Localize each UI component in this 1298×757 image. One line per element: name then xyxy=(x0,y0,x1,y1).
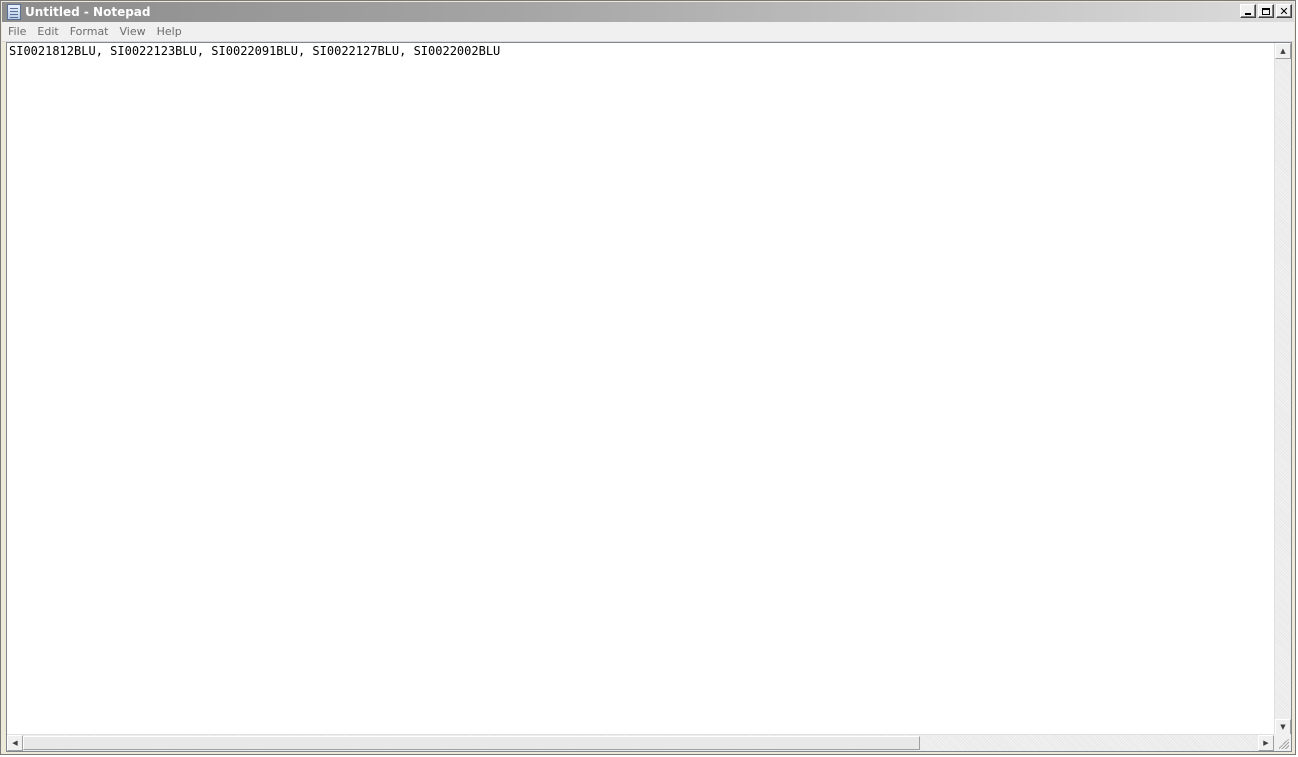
scroll-up-button[interactable]: ▲ xyxy=(1275,43,1291,59)
menu-edit[interactable]: Edit xyxy=(32,25,63,38)
menu-format[interactable]: Format xyxy=(65,25,114,38)
menu-file[interactable]: File xyxy=(3,25,31,38)
arrow-right-icon: ▶ xyxy=(1263,739,1269,747)
title-bar[interactable]: Untitled - Notepad ✕ xyxy=(2,2,1294,22)
scroll-down-button[interactable]: ▼ xyxy=(1275,719,1291,735)
vertical-scrollbar[interactable]: ▲ ▼ xyxy=(1274,43,1291,735)
minimize-icon xyxy=(1245,13,1251,15)
maximize-icon xyxy=(1262,7,1270,15)
menu-help[interactable]: Help xyxy=(152,25,187,38)
horizontal-scroll-thumb[interactable] xyxy=(23,736,920,750)
editor-frame: SI0021812BLU, SI0022123BLU, SI0022091BLU… xyxy=(6,42,1292,752)
text-editor[interactable]: SI0021812BLU, SI0022123BLU, SI0022091BLU… xyxy=(7,43,1274,735)
arrow-left-icon: ◀ xyxy=(12,739,18,747)
maximize-button[interactable] xyxy=(1258,4,1274,18)
menu-bar: File Edit Format View Help xyxy=(2,22,1294,42)
menu-view[interactable]: View xyxy=(115,25,151,38)
scroll-right-button[interactable]: ▶ xyxy=(1258,735,1274,751)
close-button[interactable]: ✕ xyxy=(1276,4,1292,18)
notepad-window: Untitled - Notepad ✕ File Edit Format Vi… xyxy=(0,0,1296,755)
horizontal-scrollbar[interactable]: ◀ ▶ xyxy=(7,734,1274,751)
arrow-up-icon: ▲ xyxy=(1280,47,1286,55)
scroll-left-button[interactable]: ◀ xyxy=(7,735,23,751)
window-controls: ✕ xyxy=(1240,4,1292,18)
window-title: Untitled - Notepad xyxy=(25,5,151,19)
notepad-icon[interactable] xyxy=(7,4,21,20)
close-icon: ✕ xyxy=(1279,4,1289,18)
resize-grip-icon[interactable] xyxy=(1274,734,1291,751)
arrow-down-icon: ▼ xyxy=(1280,723,1286,731)
minimize-button[interactable] xyxy=(1240,4,1256,18)
